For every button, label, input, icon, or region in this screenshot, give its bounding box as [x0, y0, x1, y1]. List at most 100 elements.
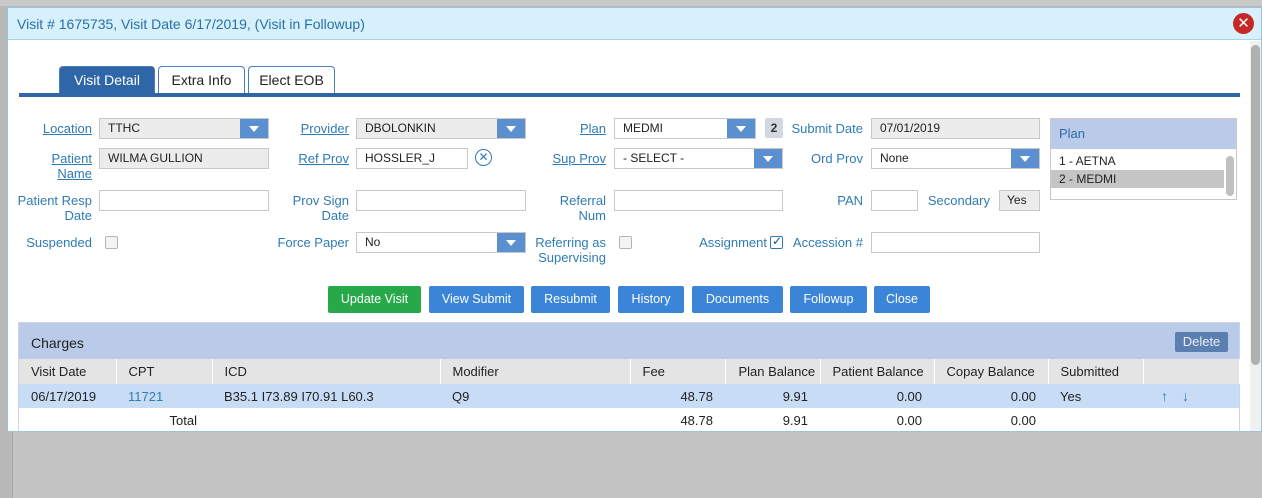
- charges-header: Charges Delete: [19, 323, 1239, 359]
- patient-resp-date-label-line1: Patient Resp: [17, 193, 92, 208]
- ref-prov-input[interactable]: HOSSLER_J: [356, 148, 468, 169]
- patient-name-field: WILMA GULLION: [99, 148, 269, 169]
- suspended-label: Suspended: [26, 235, 92, 250]
- cell-fee: 48.78: [630, 384, 725, 408]
- close-x-icon[interactable]: ✕: [1233, 13, 1254, 34]
- sup-prov-label[interactable]: Sup Prov: [528, 151, 606, 166]
- documents-button[interactable]: Documents: [692, 286, 783, 313]
- patient-resp-date-label-line2: Date: [64, 208, 92, 223]
- col-cpt[interactable]: CPT: [116, 359, 213, 384]
- submit-date-field: 07/01/2019: [871, 118, 1040, 139]
- arrow-down-icon[interactable]: ↓: [1182, 388, 1203, 404]
- col-fee[interactable]: Fee: [630, 359, 726, 384]
- dialog-title: Visit # 1675735, Visit Date 6/17/2019, (…: [17, 16, 365, 32]
- cell-modifier: Q9: [440, 384, 630, 408]
- force-paper-label: Force Paper: [277, 235, 349, 250]
- clear-icon[interactable]: ✕: [475, 149, 492, 166]
- chevron-down-icon: [754, 149, 782, 168]
- tab-divider: [19, 93, 1240, 97]
- scrollbar-thumb[interactable]: [1251, 45, 1260, 365]
- provider-label[interactable]: Provider: [278, 121, 349, 136]
- plan-listbox[interactable]: Plan 1 - AETNA 2 - MEDMI: [1050, 118, 1237, 200]
- secondary-label: Secondary: [927, 193, 990, 208]
- referring-as-supervising-label: Referring as Supervising: [513, 235, 606, 265]
- total-row: Total 48.78 9.91 0.00 0.00: [19, 408, 1239, 431]
- col-plan-balance[interactable]: Plan Balance: [725, 359, 821, 384]
- view-submit-button[interactable]: View Submit: [429, 286, 524, 313]
- patient-resp-date-input[interactable]: [99, 190, 269, 211]
- resubmit-button[interactable]: Resubmit: [531, 286, 610, 313]
- ord-prov-value: None: [880, 151, 909, 165]
- col-icd[interactable]: ICD: [212, 359, 441, 384]
- location-select[interactable]: TTHC: [99, 118, 269, 139]
- patient-name-label[interactable]: Patient Name: [28, 151, 92, 181]
- force-paper-select[interactable]: No: [356, 232, 526, 253]
- row-move-controls: ↑↓: [1143, 384, 1239, 408]
- assignment-checkbox[interactable]: [770, 234, 783, 249]
- prov-sign-date-input[interactable]: [356, 190, 526, 211]
- close-button[interactable]: Close: [874, 286, 930, 313]
- force-paper-value: No: [365, 235, 381, 249]
- prov-sign-date-label: Prov Sign Date: [258, 193, 349, 223]
- total-plan-balance: 9.91: [782, 412, 808, 428]
- accession-input[interactable]: [871, 232, 1040, 253]
- prov-sign-date-label-line1: Prov Sign: [292, 193, 349, 208]
- arrow-up-icon[interactable]: ↑: [1161, 388, 1182, 404]
- chevron-down-icon: [727, 119, 755, 138]
- col-modifier[interactable]: Modifier: [440, 359, 631, 384]
- dialog-scrollbar[interactable]: [1250, 41, 1261, 431]
- chevron-down-icon: [1011, 149, 1039, 168]
- followup-button[interactable]: Followup: [790, 286, 867, 313]
- plan-option-selected[interactable]: 2 - MEDMI: [1051, 170, 1224, 188]
- charges-title: Charges: [31, 335, 84, 351]
- dialog-titlebar: Visit # 1675735, Visit Date 6/17/2019, (…: [8, 8, 1261, 40]
- total-copay-balance: 0.00: [1010, 412, 1036, 428]
- ord-prov-select[interactable]: None: [871, 148, 1040, 169]
- tab-extra-info[interactable]: Extra Info: [158, 66, 245, 94]
- col-actions: [1143, 359, 1240, 384]
- patient-resp-date-label: Patient Resp Date: [10, 193, 92, 223]
- provider-select[interactable]: DBOLONKIN: [356, 118, 526, 139]
- tab-visit-detail[interactable]: Visit Detail: [59, 66, 155, 94]
- update-visit-button[interactable]: Update Visit: [328, 286, 421, 313]
- tab-elect-eob[interactable]: Elect EOB: [248, 66, 335, 94]
- background-top: [0, 0, 1262, 6]
- cell-plan-balance: 9.91: [725, 384, 820, 408]
- cell-icd: B35.1 I73.89 I70.91 L60.3: [212, 384, 440, 408]
- chevron-down-icon: [240, 119, 268, 138]
- pan-input[interactable]: [871, 190, 918, 211]
- col-submitted[interactable]: Submitted: [1048, 359, 1144, 384]
- patient-name-label-line1: Patient: [51, 151, 92, 166]
- sup-prov-select[interactable]: - SELECT -: [614, 148, 783, 169]
- patient-name-label-line2: Name: [57, 166, 92, 181]
- table-row[interactable]: 06/17/2019 11721 B35.1 I73.89 I70.91 L60…: [19, 384, 1239, 408]
- history-button[interactable]: History: [618, 286, 684, 313]
- referral-num-label-line2: Num: [578, 208, 606, 223]
- pan-label: PAN: [837, 193, 863, 208]
- location-label[interactable]: Location: [28, 121, 92, 136]
- referring-as-supervising-checkbox[interactable]: [619, 236, 632, 249]
- total-label: Total: [169, 412, 197, 428]
- col-copay-balance[interactable]: Copay Balance: [934, 359, 1049, 384]
- prov-sign-date-label-line2: Date: [321, 208, 349, 223]
- cell-patient-balance: 0.00: [820, 384, 934, 408]
- referring-as-supervising-label-line2: Supervising: [538, 250, 606, 265]
- visit-dialog: Visit # 1675735, Visit Date 6/17/2019, (…: [7, 7, 1262, 432]
- total-patient-balance: 0.00: [896, 412, 922, 428]
- referral-num-label: Referral Num: [518, 193, 606, 223]
- plan-option[interactable]: 1 - AETNA: [1051, 152, 1236, 170]
- total-fee: 48.78: [680, 412, 713, 428]
- referral-num-input[interactable]: [614, 190, 783, 211]
- suspended-checkbox[interactable]: [105, 236, 118, 249]
- delete-button[interactable]: Delete: [1175, 332, 1228, 352]
- plan-label[interactable]: Plan: [528, 121, 606, 136]
- plan-list-scrollbar[interactable]: [1226, 156, 1234, 196]
- cell-cpt[interactable]: 11721: [116, 384, 212, 408]
- col-visit-date[interactable]: Visit Date: [19, 359, 117, 384]
- plan-select[interactable]: MEDMI: [614, 118, 756, 139]
- ref-prov-label[interactable]: Ref Prov: [278, 151, 349, 166]
- plan-count-badge: 2: [765, 118, 783, 138]
- col-patient-balance[interactable]: Patient Balance: [820, 359, 935, 384]
- ord-prov-label: Ord Prov: [810, 151, 863, 166]
- cell-copay-balance: 0.00: [934, 384, 1048, 408]
